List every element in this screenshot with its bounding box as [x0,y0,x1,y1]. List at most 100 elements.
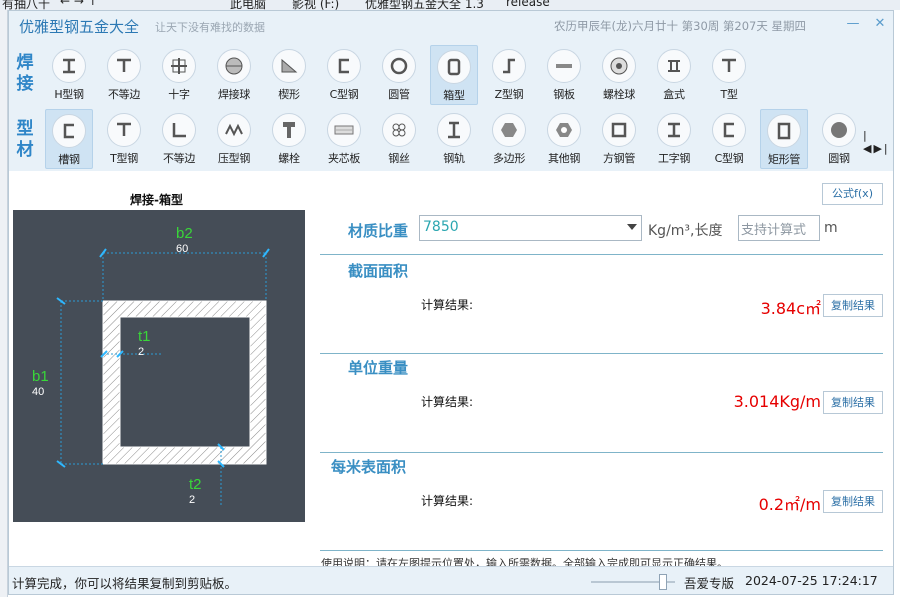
weight-result-label: 计算结果: [421,395,474,409]
profile-tool-12[interactable]: C型钢 [705,109,753,169]
density-label: 材质比重 [348,222,409,240]
profile-tool-label: 工字钢 [657,152,691,165]
profile-tool-6[interactable]: 钢丝 [375,109,423,169]
i-beam-icon [657,113,691,147]
rail-icon [437,113,471,147]
profile-tool-label: 多边形 [492,152,526,165]
section-diagram: b2 60 t1 2 b1 40 t2 2 [13,210,305,522]
welding-toolbar-row: 焊 接 H型钢 不等边 十字 焊接球 楔形 C型钢 圆管 箱型 Z型钢 钢板 螺栓球 盒式 T型 [9,43,893,107]
bolt-icon [272,113,306,147]
chevron-down-icon [627,224,637,230]
slider-thumb[interactable] [659,574,667,590]
box-section-icon [437,50,471,84]
welding-tool-label: H型钢 [54,88,84,101]
scroll-right-icon[interactable]: ▶| [873,142,889,155]
copy-weight-button[interactable]: 复制结果 [823,391,883,414]
angle-icon [162,113,196,147]
profile-tool-2[interactable]: 不等边 [155,109,203,169]
hexagon-icon [492,113,526,147]
crumb-release[interactable]: release [506,0,550,9]
welding-tool-label: 不等边 [107,88,141,101]
profile-tool-13[interactable]: 矩形管 [760,109,808,169]
close-button[interactable]: ✕ [871,15,889,33]
weight-section-title: 单位重量 [348,359,409,377]
profile-tool-7[interactable]: 钢轨 [430,109,478,169]
profile-tool-label: 钢轨 [443,152,465,165]
length-input[interactable]: 支持计算式 [738,215,820,241]
welding-tool-0[interactable]: H型钢 [45,45,93,105]
area-result-value: 3.84c㎡ [760,299,821,318]
welding-tool-6[interactable]: 圆管 [375,45,423,105]
welding-tool-11[interactable]: 盒式 [650,45,698,105]
profile-toolbar-row: 型 材 槽钢 T型钢 不等边 压型钢 螺栓 夹芯板 钢丝 钢轨 多边形 其他钢 方钢管 工字钢 C型钢 矩… [9,107,893,171]
crumb-this-pc[interactable]: 此电脑 [230,0,266,10]
minimize-button[interactable]: — [844,15,862,33]
status-message: 计算完成，你可以将结果复制到剪贴板。 [12,576,238,591]
profile-tool-8[interactable]: 多边形 [485,109,533,169]
scroll-left-icon[interactable]: |◀ [863,129,873,155]
background-explorer-bar: 有抽八十 ← → ↑ 此电脑 影视 (F:) 优雅型钢五金大全 1.3 rele… [0,0,900,10]
divider [320,452,883,453]
rect-tube-icon [767,114,801,148]
welding-tool-label: 焊接球 [217,88,251,101]
formula-button[interactable]: 公式f(x) [822,183,883,205]
welding-tool-4[interactable]: 楔形 [265,45,313,105]
welding-tool-3[interactable]: 焊接球 [210,45,258,105]
welding-tool-8[interactable]: Z型钢 [485,45,533,105]
welding-tool-1[interactable]: 不等边 [100,45,148,105]
welding-tool-label: 箱型 [443,89,465,102]
profile-tool-label: 不等边 [162,152,196,165]
welding-tool-label: 螺栓球 [602,88,636,101]
welding-tool-label: 钢板 [553,88,575,101]
z-section-icon [492,49,526,83]
app-subtitle: 让天下没有难找的数据 [155,21,265,34]
profile-tool-label: 其他钢 [547,152,581,165]
b2-tick-left [99,248,107,258]
t2-value[interactable]: 2 [189,494,195,506]
profile-tool-3[interactable]: 压型钢 [210,109,258,169]
profile-label-char-2: 材 [16,140,34,160]
density-select[interactable]: 7850 [419,215,642,241]
profile-tool-10[interactable]: 方钢管 [595,109,643,169]
profile-tool-11[interactable]: 工字钢 [650,109,698,169]
b1-label: b1 [32,368,49,385]
profile-tool-9[interactable]: 其他钢 [540,109,588,169]
opacity-slider[interactable] [591,574,675,590]
b2-value[interactable]: 60 [176,243,188,255]
crumb-drive[interactable]: 影视 (F:) [292,0,339,10]
b2-label: b2 [176,225,193,242]
wire-icon [382,113,416,147]
c-channel-icon [327,49,361,83]
welding-label-char-1: 焊 [16,53,34,73]
welding-tool-9[interactable]: 钢板 [540,45,588,105]
status-datetime: 2024-07-25 17:24:17 [745,573,878,588]
hex-nut-icon [547,113,581,147]
profile-tool-5[interactable]: 夹芯板 [320,109,368,169]
t1-value[interactable]: 2 [138,346,144,358]
b1-tick-top [56,297,66,305]
profile-tool-1[interactable]: T型钢 [100,109,148,169]
surface-result-value: 0.2㎡/m [758,495,821,514]
welding-tool-10[interactable]: 螺栓球 [595,45,643,105]
box-section-drawing: b2 60 t1 2 b1 40 t2 2 [32,225,270,506]
profile-tool-4[interactable]: 螺栓 [265,109,313,169]
t-section-icon [107,113,141,147]
welding-row-label: 焊 接 [15,53,35,95]
profile-tool-label: 螺栓 [278,152,300,165]
welding-tool-2[interactable]: 十字 [155,45,203,105]
profile-tool-0[interactable]: 槽钢 [45,109,93,169]
c-channel-icon [712,113,746,147]
copy-surface-button[interactable]: 复制结果 [823,490,883,513]
copy-area-button[interactable]: 复制结果 [823,294,883,317]
crumb-folder[interactable]: 优雅型钢五金大全 1.3 [365,0,484,10]
profile-label-char-1: 型 [16,119,34,139]
toolbar-scroll-arrows[interactable]: |◀▶| [863,129,893,155]
weight-result-value: 3.014Kg/m [733,392,821,411]
welding-tool-12[interactable]: T型 [705,45,753,105]
profile-tool-14[interactable]: 圆钢 [815,109,863,169]
welding-tool-7[interactable]: 箱型 [430,45,478,105]
t-shape-icon [107,49,141,83]
welding-tool-5[interactable]: C型钢 [320,45,368,105]
b1-value[interactable]: 40 [32,386,44,398]
sandwich-panel-icon [327,113,361,147]
